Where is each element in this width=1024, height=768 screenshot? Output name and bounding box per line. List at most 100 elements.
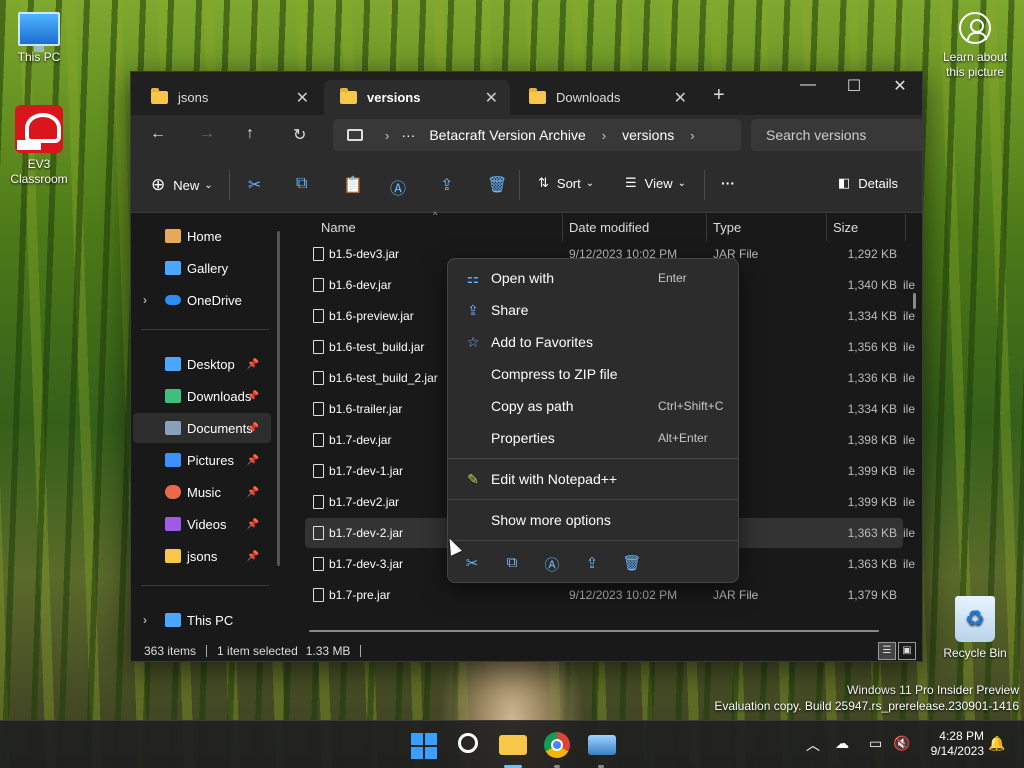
- system-clock[interactable]: 4:28 PM 9/14/2023: [920, 729, 984, 759]
- home-icon: [165, 229, 181, 243]
- windows-logo-icon: [425, 747, 437, 759]
- column-divider[interactable]: [826, 214, 827, 241]
- close-tab-icon[interactable]: ✕: [485, 88, 498, 108]
- menu-item-show-more-options[interactable]: Show more options: [452, 504, 736, 536]
- sidebar-item-gallery[interactable]: Gallery: [133, 253, 271, 283]
- sidebar-item-music[interactable]: Music 📌: [133, 477, 271, 507]
- learn-about-picture[interactable]: Learn about this picture: [932, 12, 1018, 80]
- file-type: ile: [903, 278, 916, 292]
- file-list-horizontal-scrollbar[interactable]: [309, 630, 879, 632]
- sidebar-item-jsons[interactable]: jsons 📌: [133, 541, 271, 571]
- new-button[interactable]: ⊕ New ⌄: [151, 175, 213, 195]
- close-tab-icon[interactable]: ✕: [674, 88, 687, 108]
- file-size: 1,336 KB: [847, 371, 897, 385]
- desktop-icon-label: Recycle Bin: [943, 646, 1007, 660]
- sidebar-item-videos[interactable]: Videos 📌: [133, 509, 271, 539]
- address-bar[interactable]: › ··· Betacraft Version Archive › versio…: [333, 119, 741, 151]
- sidebar-item-desktop[interactable]: Desktop 📌: [133, 349, 271, 379]
- tab-versions[interactable]: versions ✕: [324, 80, 510, 115]
- start-button[interactable]: [411, 733, 437, 759]
- sidebar-item-onedrive[interactable]: › OneDrive: [133, 285, 271, 315]
- pin-icon: 📌: [246, 390, 259, 402]
- table-row[interactable]: b1.7-pre.jar 9/12/2023 10:02 PM JAR File…: [305, 580, 903, 610]
- up-button[interactable]: ↑: [246, 125, 254, 143]
- menu-item-edit-notepadpp[interactable]: ✎ Edit with Notepad++: [452, 463, 736, 495]
- view-button[interactable]: ☰ View ⌄: [625, 175, 686, 191]
- tab-downloads[interactable]: Downloads ✕: [513, 80, 699, 115]
- rename-icon[interactable]: Ⓐ: [390, 175, 406, 199]
- delete-icon[interactable]: 🗑: [620, 554, 644, 572]
- minimize-button[interactable]: —: [785, 76, 831, 94]
- paste-icon[interactable]: 📋: [343, 175, 363, 195]
- rename-icon[interactable]: Ⓐ: [540, 554, 564, 575]
- back-button[interactable]: ←: [150, 125, 166, 143]
- file-icon: [313, 464, 324, 478]
- search-input[interactable]: Search versions: [751, 119, 924, 151]
- column-header-date[interactable]: Date modified: [569, 214, 649, 241]
- sidebar-item-downloads[interactable]: Downloads 📌: [133, 381, 271, 411]
- evaluation-watermark: Windows 11 Pro Insider Preview Evaluatio…: [714, 682, 1019, 714]
- menu-item-compress-zip[interactable]: Compress to ZIP file: [452, 358, 736, 390]
- copy-icon[interactable]: ⧉: [296, 175, 307, 193]
- share-icon[interactable]: ⇪: [580, 554, 604, 572]
- column-divider[interactable]: [905, 214, 906, 241]
- desktop-icon-ev3-classroom[interactable]: EV3 Classroom: [1, 105, 77, 187]
- menu-item-share[interactable]: ⇪ Share: [452, 294, 736, 326]
- notification-bell-icon[interactable]: 🔔: [988, 735, 1005, 752]
- display-icon[interactable]: ▭: [869, 735, 882, 752]
- breadcrumb-betacraft[interactable]: Betacraft Version Archive: [429, 127, 585, 143]
- cut-icon[interactable]: ✂: [460, 554, 484, 572]
- context-menu: ⚏ Open with Enter ⇪ Share ☆ Add to Favor…: [447, 258, 739, 583]
- forward-button[interactable]: →: [199, 125, 215, 143]
- file-icon: [313, 247, 324, 261]
- column-divider[interactable]: [562, 214, 563, 241]
- refresh-button[interactable]: ↻: [293, 125, 306, 145]
- volume-muted-icon[interactable]: 🔇: [893, 735, 910, 752]
- menu-item-properties[interactable]: Properties Alt+Enter: [452, 422, 736, 454]
- column-divider[interactable]: [706, 214, 707, 241]
- tiles-view-icon[interactable]: ▣: [898, 642, 916, 660]
- chevron-up-icon[interactable]: ︿: [806, 735, 820, 755]
- breadcrumb-versions[interactable]: versions: [622, 127, 674, 143]
- close-window-button[interactable]: ✕: [877, 76, 923, 96]
- onedrive-status-icon[interactable]: ☁: [835, 735, 849, 752]
- open-with-icon: ⚏: [466, 269, 480, 286]
- file-list-vertical-scrollbar[interactable]: [913, 293, 916, 309]
- close-tab-icon[interactable]: ✕: [296, 88, 309, 108]
- column-header-name[interactable]: Name: [321, 214, 356, 241]
- column-header-size[interactable]: Size: [833, 214, 858, 241]
- search-icon[interactable]: [458, 733, 478, 753]
- more-options-button[interactable]: ···: [721, 175, 735, 191]
- file-name: b1.6-test_build_2.jar: [329, 371, 438, 385]
- new-tab-button[interactable]: +: [713, 84, 725, 107]
- breadcrumb-ellipsis[interactable]: ···: [401, 127, 415, 143]
- column-header-type[interactable]: Type: [713, 214, 741, 241]
- sidebar-item-documents[interactable]: Documents 📌: [133, 413, 271, 443]
- menu-item-add-to-favorites[interactable]: ☆ Add to Favorites: [452, 326, 736, 358]
- sidebar-item-label: Videos: [187, 516, 227, 532]
- maximize-button[interactable]: ☐: [831, 76, 877, 96]
- menu-item-copy-as-path[interactable]: Copy as path Ctrl+Shift+C: [452, 390, 736, 422]
- menu-item-open-with[interactable]: ⚏ Open with Enter: [452, 262, 736, 294]
- desktop-icon-recycle-bin[interactable]: ♻ Recycle Bin: [937, 596, 1013, 660]
- tab-jsons[interactable]: jsons ✕: [135, 80, 321, 115]
- file-explorer-icon[interactable]: [499, 735, 527, 755]
- copy-icon[interactable]: ⧉: [500, 554, 524, 571]
- chrome-icon[interactable]: [544, 732, 570, 758]
- desktop-icon-this-pc[interactable]: This PC: [1, 12, 77, 64]
- sort-button[interactable]: ⇅ Sort ⌄: [538, 175, 594, 191]
- chevron-right-icon[interactable]: ›: [143, 613, 147, 627]
- share-icon[interactable]: ⇪: [440, 175, 453, 195]
- cut-icon[interactable]: ✂: [248, 175, 261, 195]
- details-view-icon[interactable]: ☰: [878, 642, 896, 660]
- details-button[interactable]: ◧ Details: [838, 175, 898, 191]
- sidebar-item-home[interactable]: Home: [133, 221, 271, 251]
- sidebar-item-pictures[interactable]: Pictures 📌: [133, 445, 271, 475]
- sidebar-item-this-pc[interactable]: › This PC: [133, 605, 271, 635]
- file-size: 1,363 KB: [847, 526, 897, 540]
- photos-app-icon[interactable]: [588, 735, 616, 755]
- delete-icon[interactable]: 🗑: [487, 175, 507, 195]
- file-date: 9/12/2023 10:02 PM: [569, 588, 678, 602]
- sidebar-scrollbar[interactable]: [277, 231, 280, 566]
- chevron-right-icon[interactable]: ›: [143, 293, 147, 307]
